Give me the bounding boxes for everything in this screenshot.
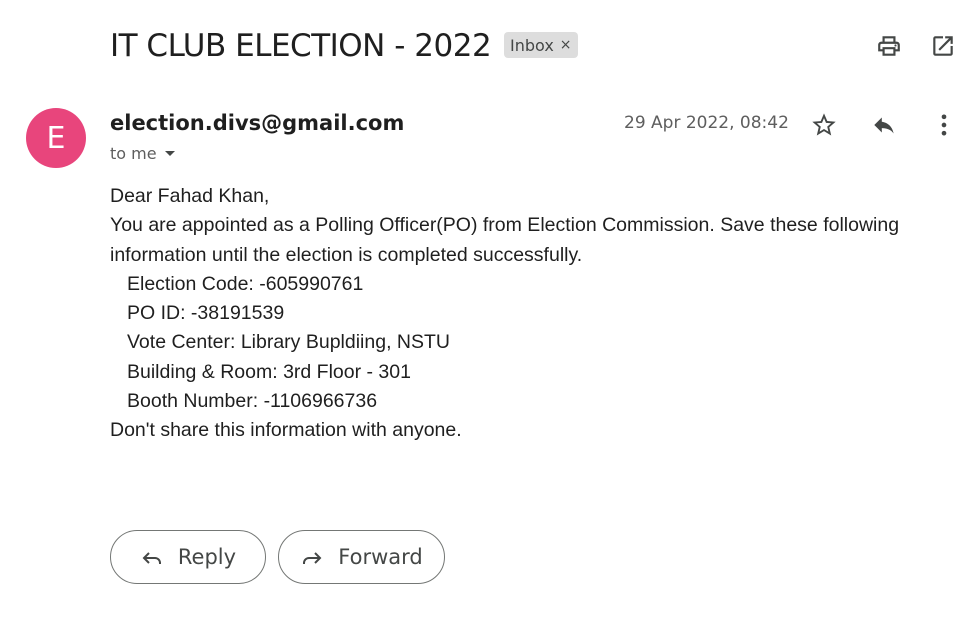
reply-button-label: Reply [177, 545, 237, 569]
email-subject: IT CLUB ELECTION - 2022 [110, 28, 492, 64]
reply-icon [142, 552, 161, 564]
detail-building-room: Building & Room: 3rd Floor - 301 [127, 360, 411, 383]
more-vert-icon[interactable] [930, 111, 958, 139]
body-closing: Don't share this information with anyone… [110, 419, 462, 442]
body-intro-line: information until the election is comple… [110, 243, 583, 266]
detail-booth-number: Booth Number: -1106966736 [127, 390, 378, 413]
caret-down-icon [164, 151, 175, 156]
forward-icon [303, 552, 322, 564]
body-intro-line: You are appointed as a Polling Officer(P… [110, 214, 900, 237]
recipient-label: to me [110, 144, 157, 163]
detail-po-id: PO ID: -38191539 [127, 302, 285, 325]
email-date: 29 Apr 2022, 08:42 [624, 113, 789, 133]
reply-icon[interactable] [870, 111, 898, 139]
print-icon[interactable] [876, 33, 902, 59]
remove-label-icon[interactable]: × [560, 37, 572, 53]
inbox-label-chip[interactable]: Inbox × [504, 32, 578, 58]
reply-button[interactable]: Reply [110, 530, 266, 584]
sender-avatar: E [26, 108, 86, 168]
recipient-details-toggle[interactable]: to me [110, 144, 175, 163]
forward-button[interactable]: Forward [278, 530, 445, 584]
body-greeting: Dear Fahad Khan, [110, 185, 270, 207]
detail-election-code: Election Code: -605990761 [127, 272, 364, 295]
detail-vote-center: Vote Center: Library Bupldiing, NSTU [127, 331, 450, 354]
sender-email[interactable]: election.divs@gmail.com [110, 111, 404, 135]
star-icon[interactable] [810, 111, 838, 139]
label-text: Inbox [510, 35, 554, 55]
forward-button-label: Forward [338, 545, 423, 569]
open-new-window-icon[interactable] [930, 33, 956, 59]
email-body: Dear Fahad Khan, You are appointed as a … [110, 182, 930, 446]
